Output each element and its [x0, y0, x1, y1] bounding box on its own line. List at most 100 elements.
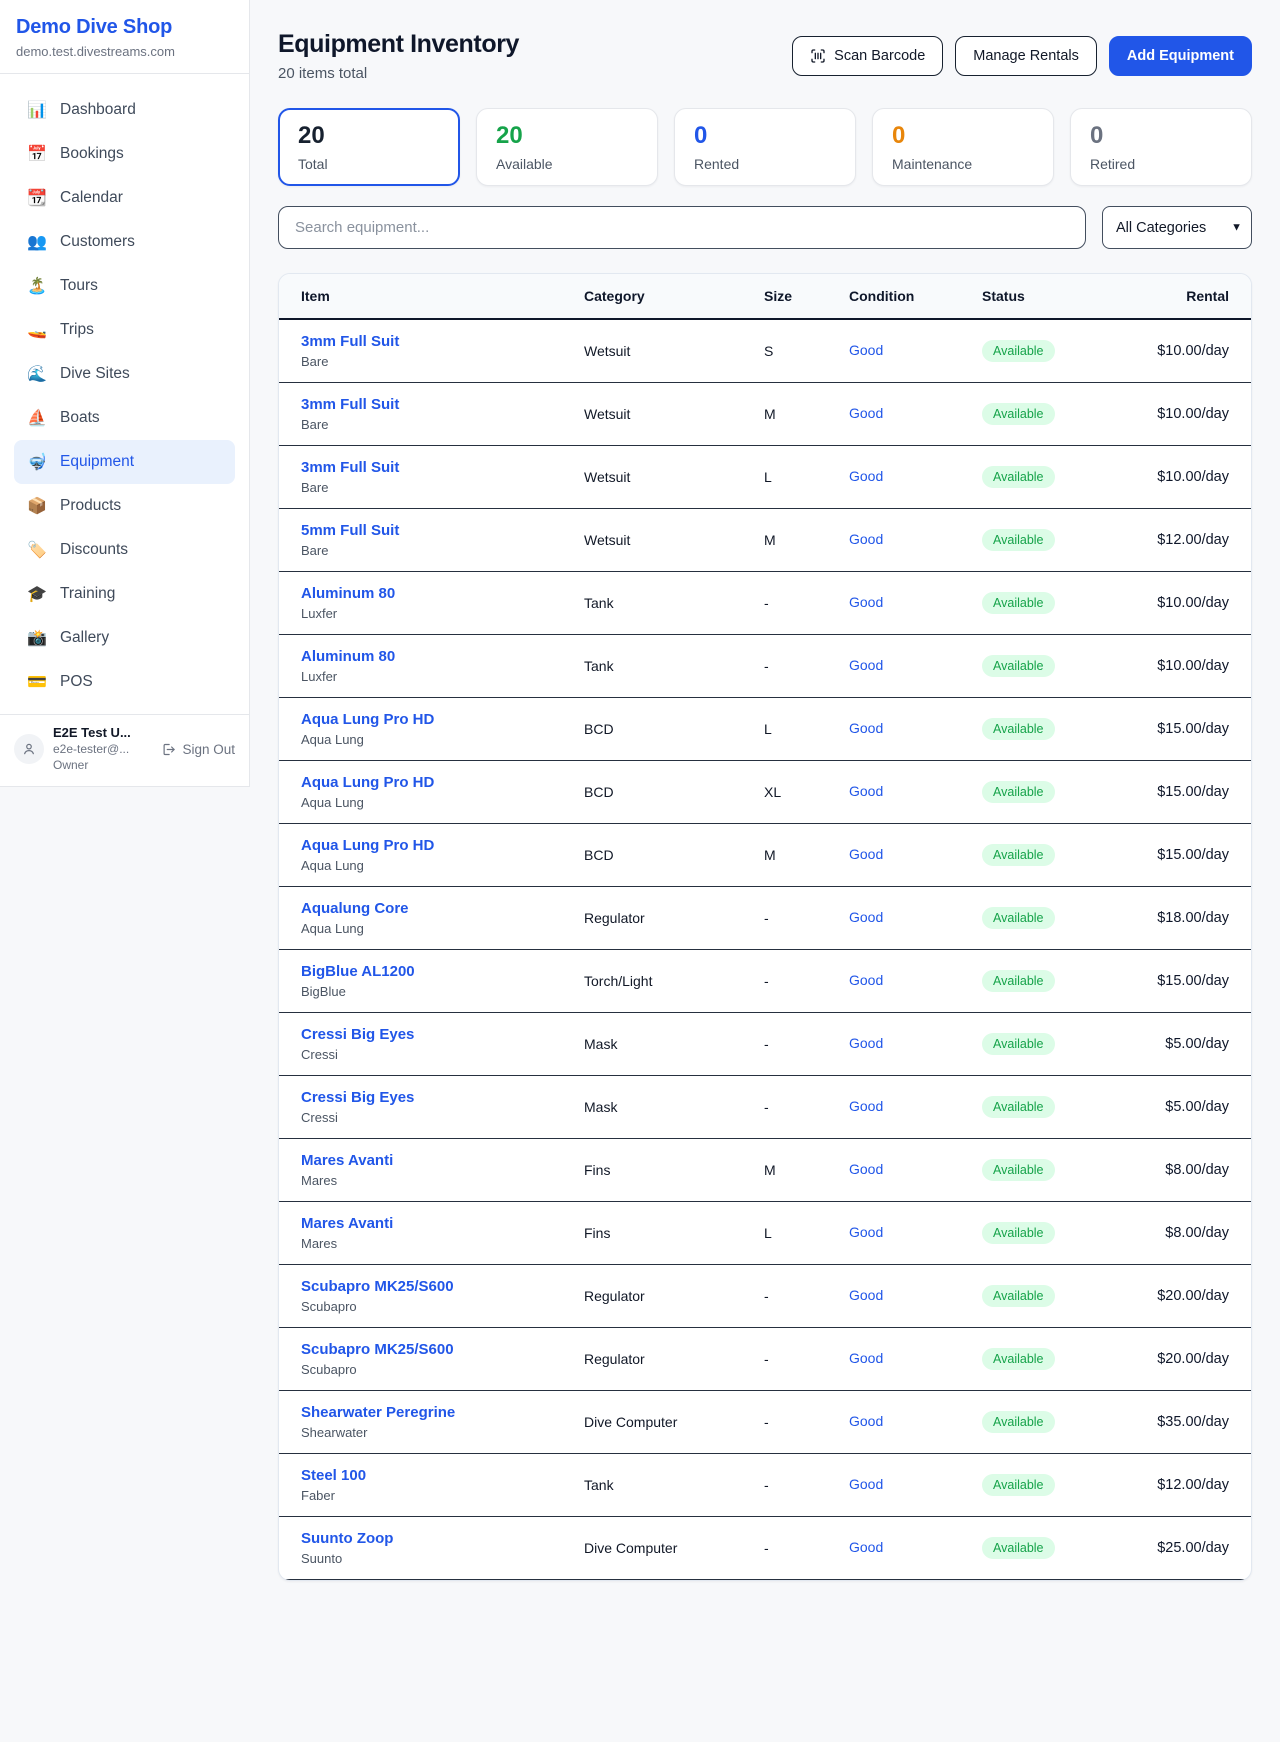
sidebar-header: Demo Dive Shop demo.test.divestreams.com [0, 0, 249, 74]
item-rental-price: $15.00/day [1157, 784, 1229, 800]
item-category: Dive Computer [584, 1391, 764, 1454]
item-rental-price: $8.00/day [1165, 1225, 1229, 1241]
sidebar-item-training[interactable]: 🎓 Training [14, 572, 235, 616]
item-condition-link[interactable]: Good [849, 531, 883, 547]
item-condition-link[interactable]: Good [849, 1539, 883, 1555]
item-size: - [764, 1454, 849, 1517]
item-size: M [764, 824, 849, 887]
status-badge: Available [982, 1474, 1055, 1496]
item-name-link[interactable]: Aqualung Core [301, 900, 584, 917]
item-condition-link[interactable]: Good [849, 846, 883, 862]
item-name-link[interactable]: Cressi Big Eyes [301, 1026, 584, 1043]
item-name-link[interactable]: 3mm Full Suit [301, 396, 584, 413]
item-name-link[interactable]: Scubapro MK25/S600 [301, 1278, 584, 1295]
equipment-table-card: Item Category Size Condition Status Rent… [278, 273, 1252, 1581]
item-condition-link[interactable]: Good [849, 972, 883, 988]
sidebar-item-trips[interactable]: 🚤 Trips [14, 308, 235, 352]
item-brand: Aqua Lung [301, 921, 584, 936]
status-badge: Available [982, 907, 1055, 929]
item-condition-link[interactable]: Good [849, 909, 883, 925]
sidebar-item-bookings[interactable]: 📅 Bookings [14, 132, 235, 176]
item-condition-link[interactable]: Good [849, 1098, 883, 1114]
status-badge: Available [982, 466, 1055, 488]
item-rental-price: $10.00/day [1157, 406, 1229, 422]
scan-barcode-label: Scan Barcode [834, 48, 925, 64]
item-condition-link[interactable]: Good [849, 1350, 883, 1366]
item-brand: Faber [301, 1488, 584, 1503]
item-name-link[interactable]: Scubapro MK25/S600 [301, 1341, 584, 1358]
item-name-link[interactable]: Suunto Zoop [301, 1530, 584, 1547]
item-condition-link[interactable]: Good [849, 405, 883, 421]
item-name-link[interactable]: Cressi Big Eyes [301, 1089, 584, 1106]
item-brand: Suunto [301, 1551, 584, 1566]
trips-icon: 🚤 [27, 320, 47, 340]
item-condition-link[interactable]: Good [849, 468, 883, 484]
item-name-link[interactable]: Aqua Lung Pro HD [301, 774, 584, 791]
item-condition-link[interactable]: Good [849, 1413, 883, 1429]
manage-rentals-button[interactable]: Manage Rentals [955, 36, 1097, 76]
item-name-link[interactable]: Mares Avanti [301, 1152, 584, 1169]
dive-sites-icon: 🌊 [27, 364, 47, 384]
item-name-link[interactable]: Steel 100 [301, 1467, 584, 1484]
sidebar-item-label: Dive Sites [60, 365, 130, 383]
item-condition-link[interactable]: Good [849, 342, 883, 358]
equipment-table: Item Category Size Condition Status Rent… [279, 274, 1251, 1580]
table-row: Mares Avanti Mares Fins M Good Available… [279, 1139, 1251, 1202]
item-name-link[interactable]: Shearwater Peregrine [301, 1404, 584, 1421]
sidebar-item-pos[interactable]: 💳 POS [14, 660, 235, 704]
item-name-link[interactable]: Mares Avanti [301, 1215, 584, 1232]
add-equipment-button[interactable]: Add Equipment [1109, 36, 1252, 76]
item-name-link[interactable]: BigBlue AL1200 [301, 963, 584, 980]
item-condition-link[interactable]: Good [849, 1287, 883, 1303]
table-row: Mares Avanti Mares Fins L Good Available… [279, 1202, 1251, 1265]
item-name-link[interactable]: Aqua Lung Pro HD [301, 711, 584, 728]
item-name-link[interactable]: 3mm Full Suit [301, 333, 584, 350]
item-condition-link[interactable]: Good [849, 657, 883, 673]
stat-card-rented[interactable]: 0 Rented [674, 108, 856, 186]
stat-label: Maintenance [892, 156, 1034, 172]
stat-card-retired[interactable]: 0 Retired [1070, 108, 1252, 186]
item-condition-link[interactable]: Good [849, 1476, 883, 1492]
item-name-link[interactable]: Aluminum 80 [301, 648, 584, 665]
scan-barcode-button[interactable]: Scan Barcode [792, 36, 943, 76]
table-row: Suunto Zoop Suunto Dive Computer - Good … [279, 1517, 1251, 1580]
sidebar-item-boats[interactable]: ⛵ Boats [14, 396, 235, 440]
barcode-scan-icon [810, 48, 826, 64]
sidebar-item-gallery[interactable]: 📸 Gallery [14, 616, 235, 660]
item-condition-link[interactable]: Good [849, 594, 883, 610]
user-email: e2e-tester@... [53, 742, 152, 756]
sidebar-item-discounts[interactable]: 🏷️ Discounts [14, 528, 235, 572]
item-name-link[interactable]: 5mm Full Suit [301, 522, 584, 539]
item-brand: BigBlue [301, 984, 584, 999]
category-select[interactable]: All Categories [1102, 206, 1252, 249]
sidebar-item-customers[interactable]: 👥 Customers [14, 220, 235, 264]
sidebar-item-tours[interactable]: 🏝️ Tours [14, 264, 235, 308]
item-condition-link[interactable]: Good [849, 783, 883, 799]
item-name-link[interactable]: Aqua Lung Pro HD [301, 837, 584, 854]
sidebar-item-equipment[interactable]: 🤿 Equipment [14, 440, 235, 484]
item-condition-link[interactable]: Good [849, 1161, 883, 1177]
item-condition-link[interactable]: Good [849, 1224, 883, 1240]
sidebar-item-dashboard[interactable]: 📊 Dashboard [14, 88, 235, 132]
search-input[interactable] [278, 206, 1086, 249]
sign-out-button[interactable]: Sign Out [161, 742, 235, 757]
item-condition-link[interactable]: Good [849, 720, 883, 736]
brand-title[interactable]: Demo Dive Shop [16, 16, 233, 39]
stat-card-available[interactable]: 20 Available [476, 108, 658, 186]
stat-card-total[interactable]: 20 Total [278, 108, 460, 186]
item-brand: Aqua Lung [301, 732, 584, 747]
item-name-link[interactable]: Aluminum 80 [301, 585, 584, 602]
table-row: Scubapro MK25/S600 Scubapro Regulator - … [279, 1265, 1251, 1328]
item-name-link[interactable]: 3mm Full Suit [301, 459, 584, 476]
item-condition-link[interactable]: Good [849, 1035, 883, 1051]
user-name: E2E Test U... [53, 725, 152, 740]
sidebar-item-calendar[interactable]: 📆 Calendar [14, 176, 235, 220]
brand-domain: demo.test.divestreams.com [16, 44, 233, 59]
item-size: S [764, 319, 849, 383]
sidebar-item-products[interactable]: 📦 Products [14, 484, 235, 528]
sidebar-item-dive-sites[interactable]: 🌊 Dive Sites [14, 352, 235, 396]
stat-label: Total [298, 156, 440, 172]
header-actions: Scan Barcode Manage Rentals Add Equipmen… [792, 36, 1252, 76]
sidebar: Demo Dive Shop demo.test.divestreams.com… [0, 0, 250, 787]
stat-card-maintenance[interactable]: 0 Maintenance [872, 108, 1054, 186]
